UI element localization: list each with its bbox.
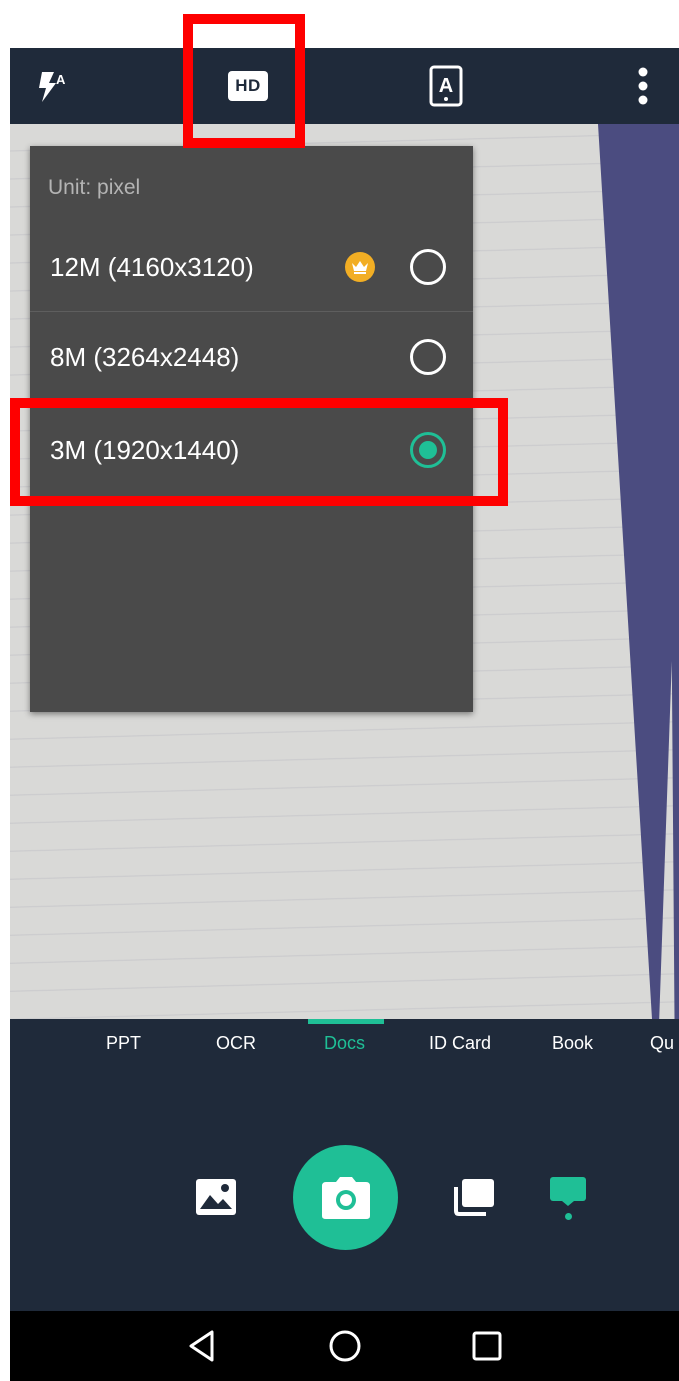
recent-square-icon xyxy=(472,1331,502,1361)
resolution-option-8m[interactable]: 8M (3264x2448) xyxy=(30,312,473,402)
mode-tab-docs[interactable]: Docs xyxy=(324,1033,365,1054)
camera-icon xyxy=(321,1176,370,1219)
more-options-button[interactable] xyxy=(622,48,664,124)
flash-mode-letter: A xyxy=(56,72,66,87)
batch-mode-icon xyxy=(454,1179,494,1216)
home-circle-icon xyxy=(329,1330,361,1362)
back-triangle-icon xyxy=(189,1330,214,1362)
home-button[interactable] xyxy=(315,1321,375,1371)
mode-tab-book[interactable]: Book xyxy=(552,1033,593,1054)
recent-apps-button[interactable] xyxy=(457,1321,517,1371)
radio-12m[interactable] xyxy=(410,249,446,285)
gallery-image-icon xyxy=(196,1179,236,1215)
auto-capture-letter: A xyxy=(439,75,453,97)
single-mode-icon xyxy=(550,1176,586,1206)
single-mode-button[interactable] xyxy=(540,1169,596,1225)
batch-mode-button[interactable] xyxy=(446,1169,502,1225)
resolution-option-label: 8M (3264x2448) xyxy=(50,341,240,372)
unit-label: Unit: pixel xyxy=(48,176,141,199)
gallery-button[interactable] xyxy=(188,1169,244,1225)
shutter-button[interactable] xyxy=(293,1145,398,1250)
mode-selector: PPT OCR Docs ID Card Book Qu xyxy=(10,1019,679,1069)
active-mode-indicator xyxy=(308,1019,384,1024)
more-vertical-icon xyxy=(638,67,648,105)
back-button[interactable] xyxy=(172,1321,232,1371)
mode-tab-id-card[interactable]: ID Card xyxy=(429,1033,491,1054)
flash-button[interactable]: A xyxy=(24,48,72,124)
top-toolbar: A HD A xyxy=(10,48,679,124)
premium-crown-icon xyxy=(345,252,375,282)
mode-tab-ocr[interactable]: OCR xyxy=(216,1033,256,1054)
highlight-box-3m-option xyxy=(10,398,508,506)
mode-tab-qu[interactable]: Qu xyxy=(650,1033,674,1054)
auto-capture-button[interactable]: A xyxy=(422,48,470,124)
resolution-option-label: 12M (4160x3120) xyxy=(50,251,254,282)
radio-8m[interactable] xyxy=(410,339,446,375)
flash-auto-icon: A xyxy=(39,72,66,102)
bottom-panel: PPT OCR Docs ID Card Book Qu xyxy=(10,1019,679,1311)
auto-capture-icon: A xyxy=(429,65,463,107)
mode-tab-ppt[interactable]: PPT xyxy=(106,1033,141,1054)
system-nav-bar xyxy=(10,1311,679,1381)
active-dot xyxy=(564,1212,572,1220)
highlight-box-hd xyxy=(183,14,305,148)
resolution-option-12m[interactable]: 12M (4160x3120) xyxy=(30,222,473,312)
